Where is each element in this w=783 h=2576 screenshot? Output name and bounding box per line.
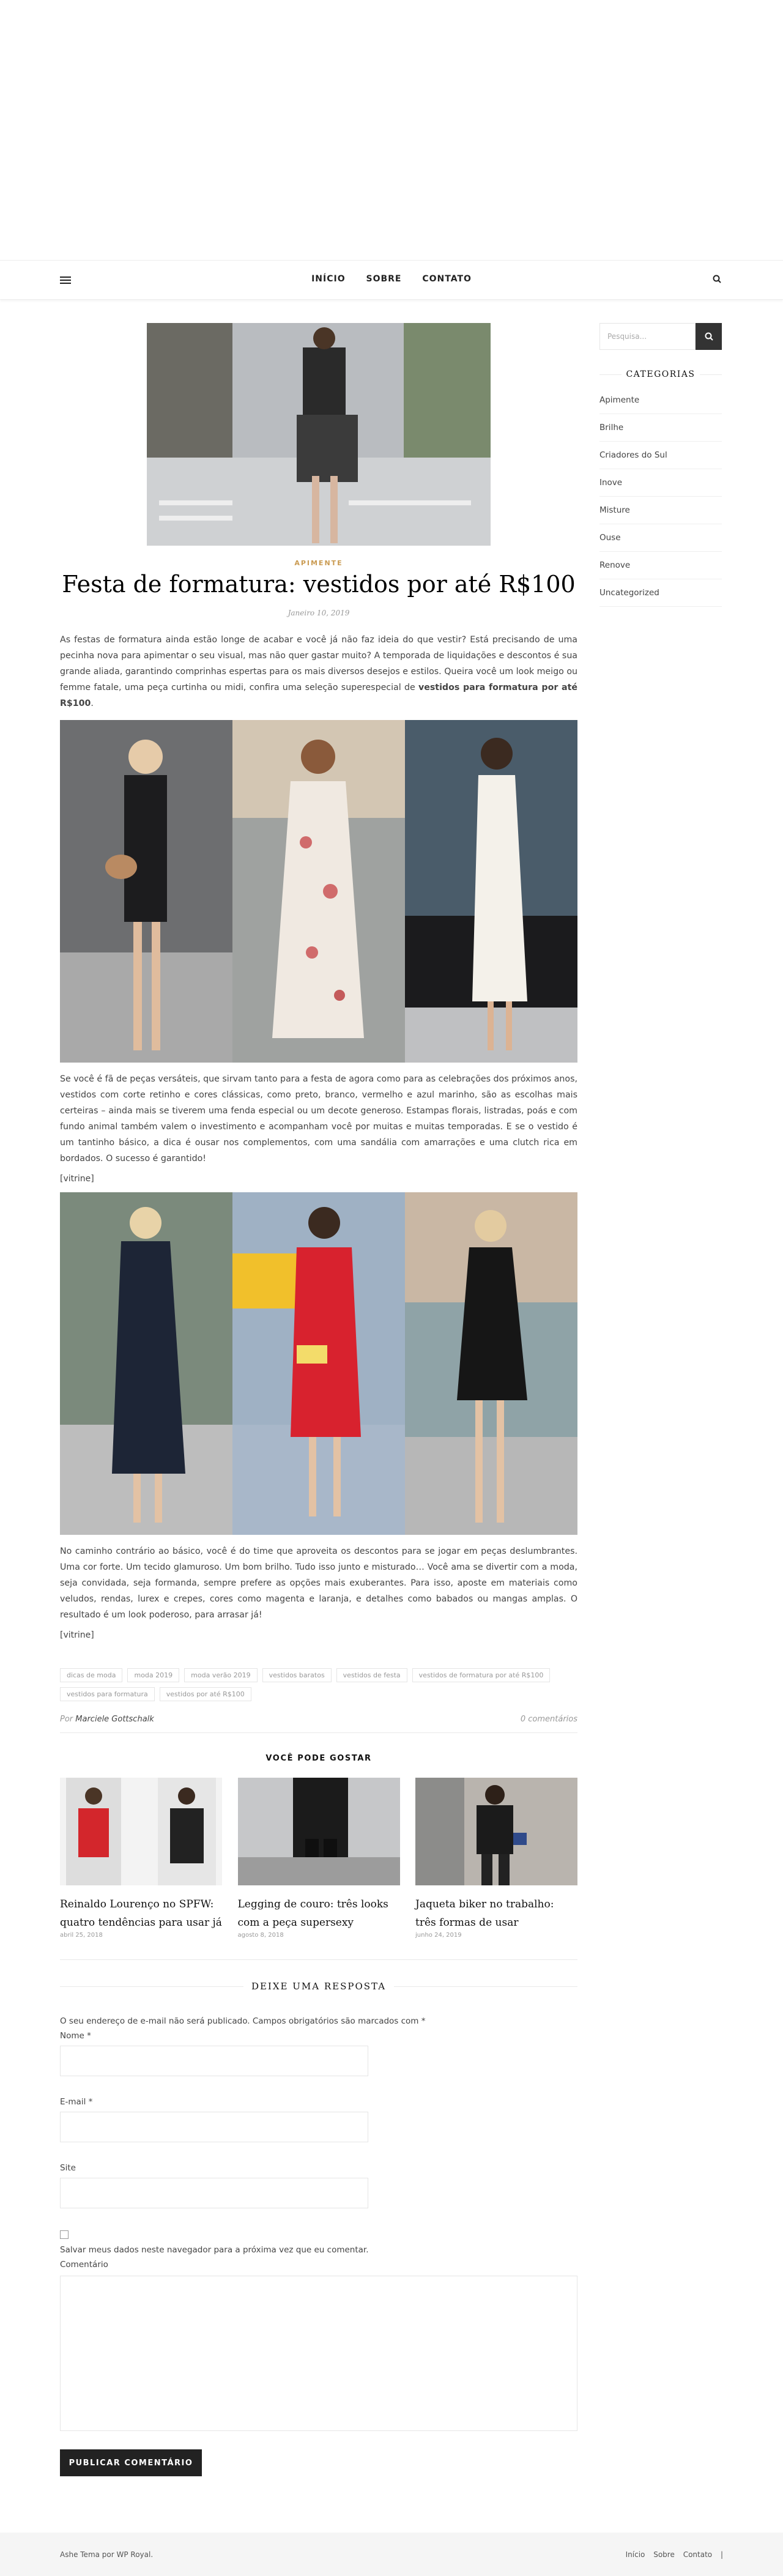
footer: Ashe Tema por WP Royal. Início Sobre Con… [0,2533,783,2576]
tag-link[interactable]: vestidos de formatura por até R$100 [412,1668,551,1682]
site-label: Site [60,2163,76,2173]
category-item[interactable]: Inove [599,469,722,497]
footer-credit: Ashe Tema por WP Royal. [60,2550,154,2559]
author-link[interactable]: Marciele Gottschalk [75,1715,154,1724]
nav-link-sobre[interactable]: SOBRE [366,274,401,284]
nav-link-contato[interactable]: CONTATO [422,274,472,284]
vitrine-shortcode-1: [vitrine] [60,1174,94,1184]
related-post[interactable]: Reinaldo Lourenço no SPFW: quatro tendên… [60,1778,222,1939]
post-title: Festa de formatura: vestidos por até R$1… [62,571,576,598]
related-date: abril 25, 2018 [60,1932,103,1939]
category-item[interactable]: Ouse [599,524,722,552]
related-thumb[interactable] [237,1778,400,1885]
post-date: Janeiro 10, 2019 [288,609,350,617]
search-icon[interactable] [713,275,721,283]
tag-link[interactable]: dicas de moda [60,1668,123,1682]
author-line: Por Marciele Gottschalk [60,1715,154,1724]
form-note: O seu endereço de e-mail não será public… [60,2016,426,2026]
tag-link[interactable]: vestidos por até R$100 [159,1687,251,1701]
image-strip-1 [60,720,577,1063]
search-input[interactable]: Pesquisa... [599,323,696,350]
footer-link-inicio[interactable]: Início [626,2550,645,2559]
name-label: Nome * [60,2031,91,2041]
image-strip-2 [60,1192,577,1535]
tag-link[interactable]: vestidos para formatura [60,1687,155,1701]
category-item[interactable]: Misture [599,497,722,524]
vitrine-shortcode-2: [vitrine] [60,1630,94,1640]
by-label: Por [60,1715,73,1724]
dress-image-black[interactable] [60,720,232,1063]
comment-label: Comentário [60,2260,108,2270]
footer-links: Início Sobre Contato | [620,2550,723,2559]
nav-link-inicio[interactable]: INÍCIO [311,274,346,284]
categories-heading: CATEGORIAS [599,369,722,379]
related-date: agosto 8, 2018 [237,1932,284,1939]
post-paragraph-2: Se você é fã de peças versáteis, que sir… [60,1074,577,1164]
main-nav: INÍCIO SOBRE CONTATO [0,274,783,284]
tag-link[interactable]: vestidos baratos [262,1668,332,1682]
related-post[interactable]: Legging de couro: três looks com a peça … [237,1778,400,1939]
related-date: junho 24, 2019 [415,1932,462,1939]
category-item[interactable]: Criadores do Sul [599,442,722,469]
post-paragraph-3: No caminho contrário ao básico, você é d… [60,1546,577,1620]
header-blank [0,0,783,260]
comments-link[interactable]: 0 comentários [521,1715,577,1724]
reply-heading-text: DEIXE UMA RESPOSTA [251,1981,387,1992]
related-title[interactable]: Legging de couro: três looks com a peça … [238,1895,400,1932]
post-tags: dicas de moda moda 2019 moda verão 2019 … [60,1668,577,1701]
email-label: E-mail * [60,2097,93,2107]
post-category[interactable]: APIMENTE [60,559,577,567]
tag-link[interactable]: vestidos de festa [336,1668,407,1682]
category-list: Apimente Brilhe Criadores do Sul Inove M… [599,387,722,607]
related-thumb[interactable] [60,1778,222,1885]
footer-link-sobre[interactable]: Sobre [653,2550,675,2559]
tag-link[interactable]: moda verão 2019 [184,1668,258,1682]
search-icon [705,332,713,341]
dress-image-red[interactable] [232,1192,405,1535]
save-info-checkbox[interactable] [60,2230,69,2239]
post-paragraph-1: As festas de formatura ainda estão longe… [60,632,577,711]
footer-separator: | [720,2550,723,2559]
dress-image-white[interactable] [405,720,577,1063]
dress-image-floral[interactable] [232,720,405,1063]
save-info-label: Salvar meus dados neste navegador para a… [60,2245,369,2255]
divider [60,1959,577,1960]
submit-comment-button[interactable]: PUBLICAR COMENTÁRIO [60,2449,202,2476]
related-thumb[interactable] [415,1778,577,1885]
email-field[interactable] [60,2112,368,2142]
search-button[interactable] [696,323,722,350]
top-navbar: INÍCIO SOBRE CONTATO [0,260,783,300]
post-meta-row: Por Marciele Gottschalk 0 comentários [60,1715,577,1724]
sidebar: Pesquisa... CATEGORIAS Apimente Brilhe C… [599,323,722,607]
category-item[interactable]: Renove [599,552,722,579]
featured-image[interactable] [147,323,491,546]
footer-link-contato[interactable]: Contato [683,2550,712,2559]
category-item[interactable]: Brilhe [599,414,722,442]
related-heading: VOCÊ PODE GOSTAR [265,1754,372,1763]
dress-image-lace[interactable] [405,1192,577,1535]
comment-textarea[interactable] [60,2276,577,2431]
related-posts: Reinaldo Lourenço no SPFW: quatro tendên… [60,1778,577,1939]
categories-heading-text: CATEGORIAS [626,369,696,379]
related-post[interactable]: Jaqueta biker no trabalho: três formas d… [415,1778,577,1939]
reply-heading: DEIXE UMA RESPOSTA [60,1981,577,1992]
category-item[interactable]: Apimente [599,387,722,414]
tag-link[interactable]: moda 2019 [127,1668,180,1682]
name-field[interactable] [60,2046,368,2076]
sidebar-search: Pesquisa... [599,323,722,350]
main-content: APIMENTE Festa de formatura: vestidos po… [60,300,577,2476]
site-field[interactable] [60,2178,368,2208]
p1-end: . [91,699,94,708]
divider [60,1732,577,1733]
page: INÍCIO SOBRE CONTATO APIMENTE Festa de f… [0,0,783,2576]
related-title[interactable]: Jaqueta biker no trabalho: três formas d… [415,1895,577,1932]
related-title[interactable]: Reinaldo Lourenço no SPFW: quatro tendên… [60,1895,222,1932]
category-item[interactable]: Uncategorized [599,579,722,607]
dress-image-navy[interactable] [60,1192,232,1535]
